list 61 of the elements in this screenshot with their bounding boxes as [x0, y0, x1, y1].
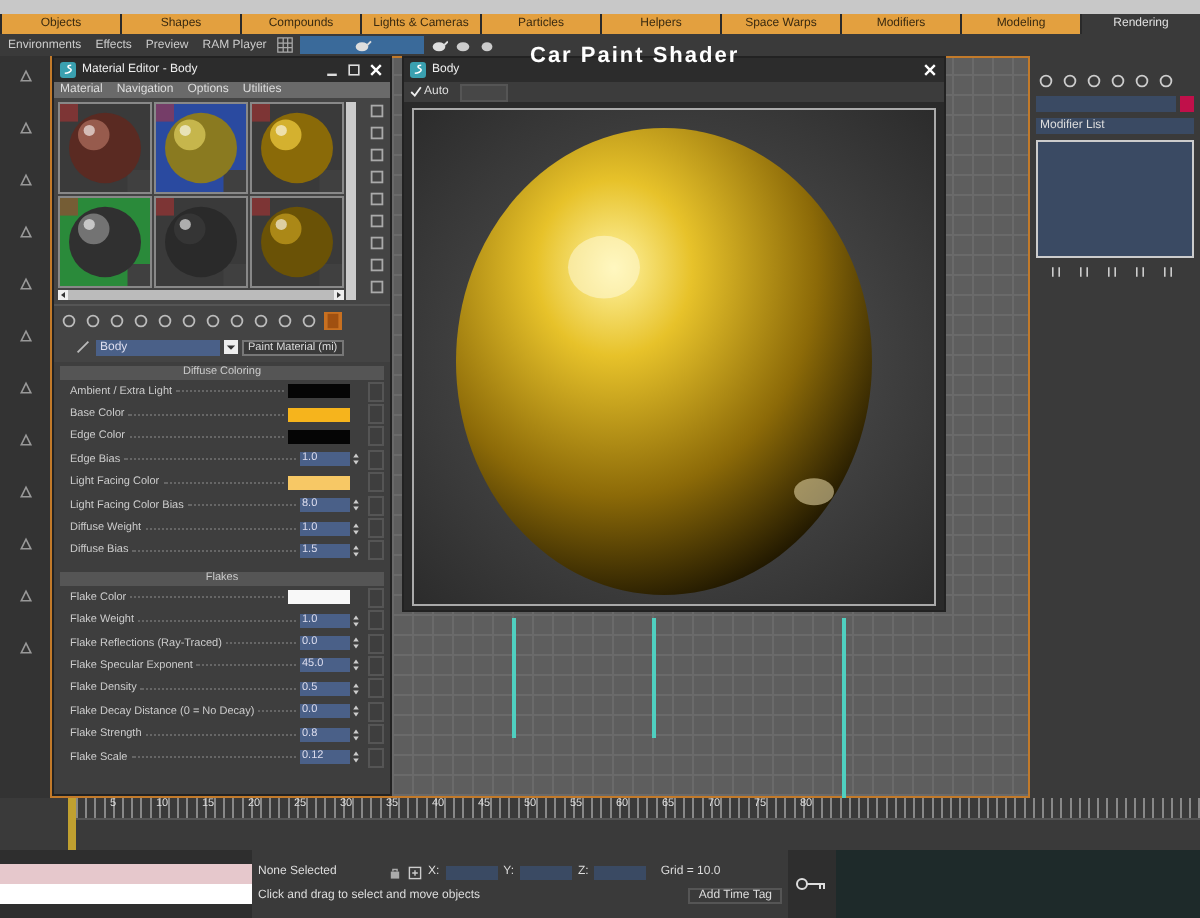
spinner-arrows-icon[interactable]: [352, 543, 360, 558]
tool-icon[interactable]: [17, 432, 33, 448]
modifier-stack-list[interactable]: [1036, 140, 1194, 258]
time-slider-handle[interactable]: [68, 798, 76, 850]
auto-checkbox[interactable]: [410, 86, 422, 98]
teapot-icon[interactable]: [430, 36, 449, 54]
vertical-scrollbar[interactable]: [346, 102, 356, 300]
spinner-arrows-icon[interactable]: [352, 521, 360, 536]
picker-icon[interactable]: [74, 338, 92, 356]
stack-tool-icon[interactable]: [1132, 264, 1148, 280]
spinner-arrows-icon[interactable]: [352, 727, 360, 742]
color-swatch[interactable]: [288, 429, 350, 444]
spinner-arrows-icon[interactable]: [352, 681, 360, 696]
stack-tool-icon[interactable]: [1160, 264, 1176, 280]
spinner-arrows-icon[interactable]: [352, 658, 360, 673]
spinner-arrows-icon[interactable]: [352, 452, 360, 467]
object-name-field[interactable]: [1036, 96, 1176, 112]
tool-icon[interactable]: [17, 380, 33, 396]
spinner-arrows-icon[interactable]: [352, 498, 360, 513]
spinner-arrows-icon[interactable]: [352, 750, 360, 765]
app-icon: [60, 62, 76, 78]
maxscript-listener-field[interactable]: [0, 864, 252, 884]
teapot-icon[interactable]: [300, 36, 425, 54]
stack-tool-icon[interactable]: [1048, 264, 1064, 280]
scroll-right-icon[interactable]: [334, 290, 344, 300]
tool-icon[interactable]: [17, 640, 33, 656]
tool-icon[interactable]: [17, 224, 33, 240]
grid-icon[interactable]: [276, 36, 295, 54]
tool-icon[interactable]: [17, 328, 33, 344]
color-swatch[interactable]: [288, 407, 350, 422]
y-coordinate-field[interactable]: [520, 865, 573, 879]
close-icon[interactable]: [922, 62, 938, 78]
tool-icon[interactable]: [17, 276, 33, 292]
tool-icon[interactable]: [17, 172, 33, 188]
spinner-arrows-icon[interactable]: [352, 704, 360, 719]
maximize-icon[interactable]: [346, 62, 362, 78]
tool-icon[interactable]: [17, 588, 33, 604]
absolute-mode-icon[interactable]: [408, 865, 422, 879]
horizontal-scrollbar[interactable]: [58, 290, 344, 300]
object-color-swatch[interactable]: [1180, 96, 1194, 112]
spinner-arrows-icon[interactable]: [352, 636, 360, 651]
z-coordinate-field[interactable]: [594, 865, 647, 879]
color-swatch[interactable]: [288, 590, 350, 605]
x-coordinate-field[interactable]: [445, 865, 498, 879]
scroll-left-icon[interactable]: [58, 290, 68, 300]
color-swatch[interactable]: [288, 475, 350, 490]
close-icon[interactable]: [368, 62, 384, 78]
color-swatch[interactable]: [288, 384, 350, 399]
maxscript-output-field[interactable]: [0, 884, 252, 904]
dropdown-icon[interactable]: [224, 340, 238, 354]
overlay-title: Car Paint Shader: [530, 44, 740, 68]
app-icon: [410, 62, 426, 78]
spinner-arrows-icon[interactable]: [352, 613, 360, 628]
stack-tool-icon[interactable]: [1076, 264, 1092, 280]
key-icon[interactable]: [796, 874, 828, 894]
tool-icon[interactable]: [17, 68, 33, 84]
tool-icon[interactable]: [17, 536, 33, 552]
tool-icon[interactable]: [17, 484, 33, 500]
lock-icon[interactable]: [388, 865, 402, 879]
tool-icon[interactable]: [17, 120, 33, 136]
stack-tool-icon[interactable]: [1104, 264, 1120, 280]
